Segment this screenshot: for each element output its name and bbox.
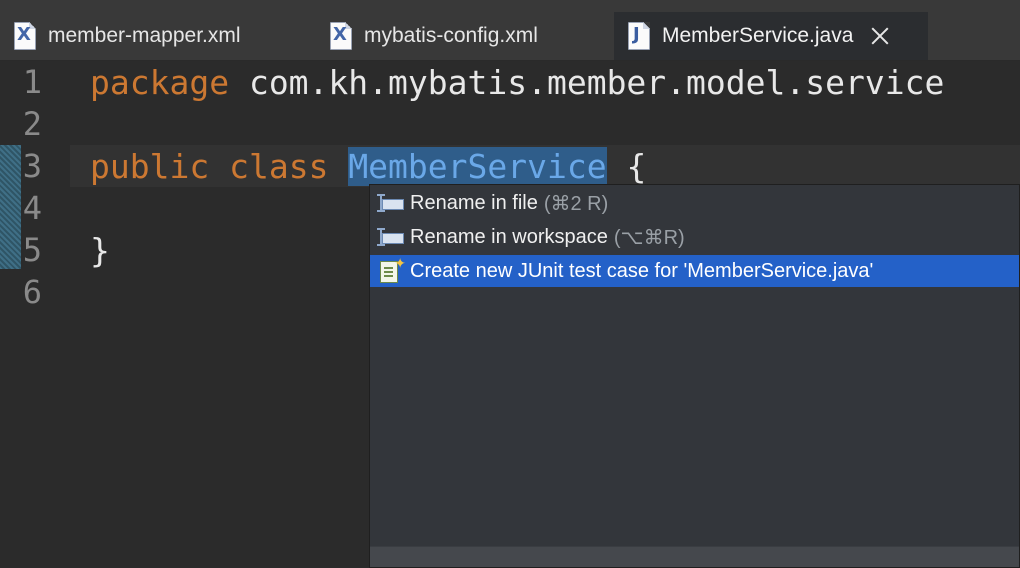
create-junit-test-item[interactable]: ✦ Create new JUnit test case for 'Member… xyxy=(370,255,1019,287)
item-shortcut: (⌘2 R) xyxy=(543,192,609,215)
rename-in-file-item[interactable]: Rename in file (⌘2 R) xyxy=(370,187,1019,219)
line-number: 6 xyxy=(22,273,42,311)
code-text: } xyxy=(66,231,110,270)
code-line: 3 public class MemberService { xyxy=(0,145,1020,187)
package-name: com.kh.mybatis.member.model.service xyxy=(229,62,945,102)
tab-member-mapper-xml[interactable]: X member-mapper.xml xyxy=(14,14,241,58)
close-tab-icon[interactable] xyxy=(869,25,891,47)
keyword-public: public xyxy=(90,146,210,186)
xml-file-icon: X xyxy=(330,22,352,50)
java-file-icon: J xyxy=(628,22,650,50)
rename-icon xyxy=(377,226,404,248)
xml-file-icon: X xyxy=(14,22,36,50)
junit-new-icon: ✦ xyxy=(378,256,406,283)
line-number: 2 xyxy=(22,105,42,143)
item-label: Rename in file xyxy=(410,191,538,214)
item-shortcut: (⌥⌘R) xyxy=(613,226,685,249)
keyword-package: package xyxy=(90,62,230,102)
item-label: Create new JUnit test case for 'MemberSe… xyxy=(410,259,874,282)
quick-assist-popup: Rename in file (⌘2 R) Rename in workspac… xyxy=(369,184,1020,568)
open-brace: { xyxy=(606,146,647,186)
code-line: 1 package com.kh.mybatis.member.model.se… xyxy=(0,61,1020,103)
popup-status-bar xyxy=(370,546,1019,567)
selected-class-name[interactable]: MemberService xyxy=(348,146,607,186)
rename-in-workspace-item[interactable]: Rename in workspace (⌥⌘R) xyxy=(370,221,1019,253)
item-label: Rename in workspace xyxy=(410,225,608,248)
code-text: public class MemberService { xyxy=(66,146,647,186)
code-text: package com.kh.mybatis.member.model.serv… xyxy=(66,63,944,102)
tab-member-service-java[interactable]: J MemberService.java xyxy=(614,12,928,60)
tab-label: member-mapper.xml xyxy=(48,24,241,47)
close-brace: } xyxy=(90,230,110,270)
tab-mybatis-config-xml[interactable]: X mybatis-config.xml xyxy=(330,14,538,58)
code-line: 2 xyxy=(0,103,1020,145)
line-number: 1 xyxy=(22,63,42,101)
keyword-class: class xyxy=(229,146,329,186)
tab-label: mybatis-config.xml xyxy=(364,24,538,47)
editor-tab-bar: X member-mapper.xml X mybatis-config.xml… xyxy=(0,0,1020,61)
rename-icon xyxy=(377,192,404,214)
tab-label: MemberService.java xyxy=(662,24,854,47)
line-number: 4 xyxy=(22,189,42,227)
line-number: 3 xyxy=(22,147,42,185)
line-number: 5 xyxy=(22,231,42,269)
